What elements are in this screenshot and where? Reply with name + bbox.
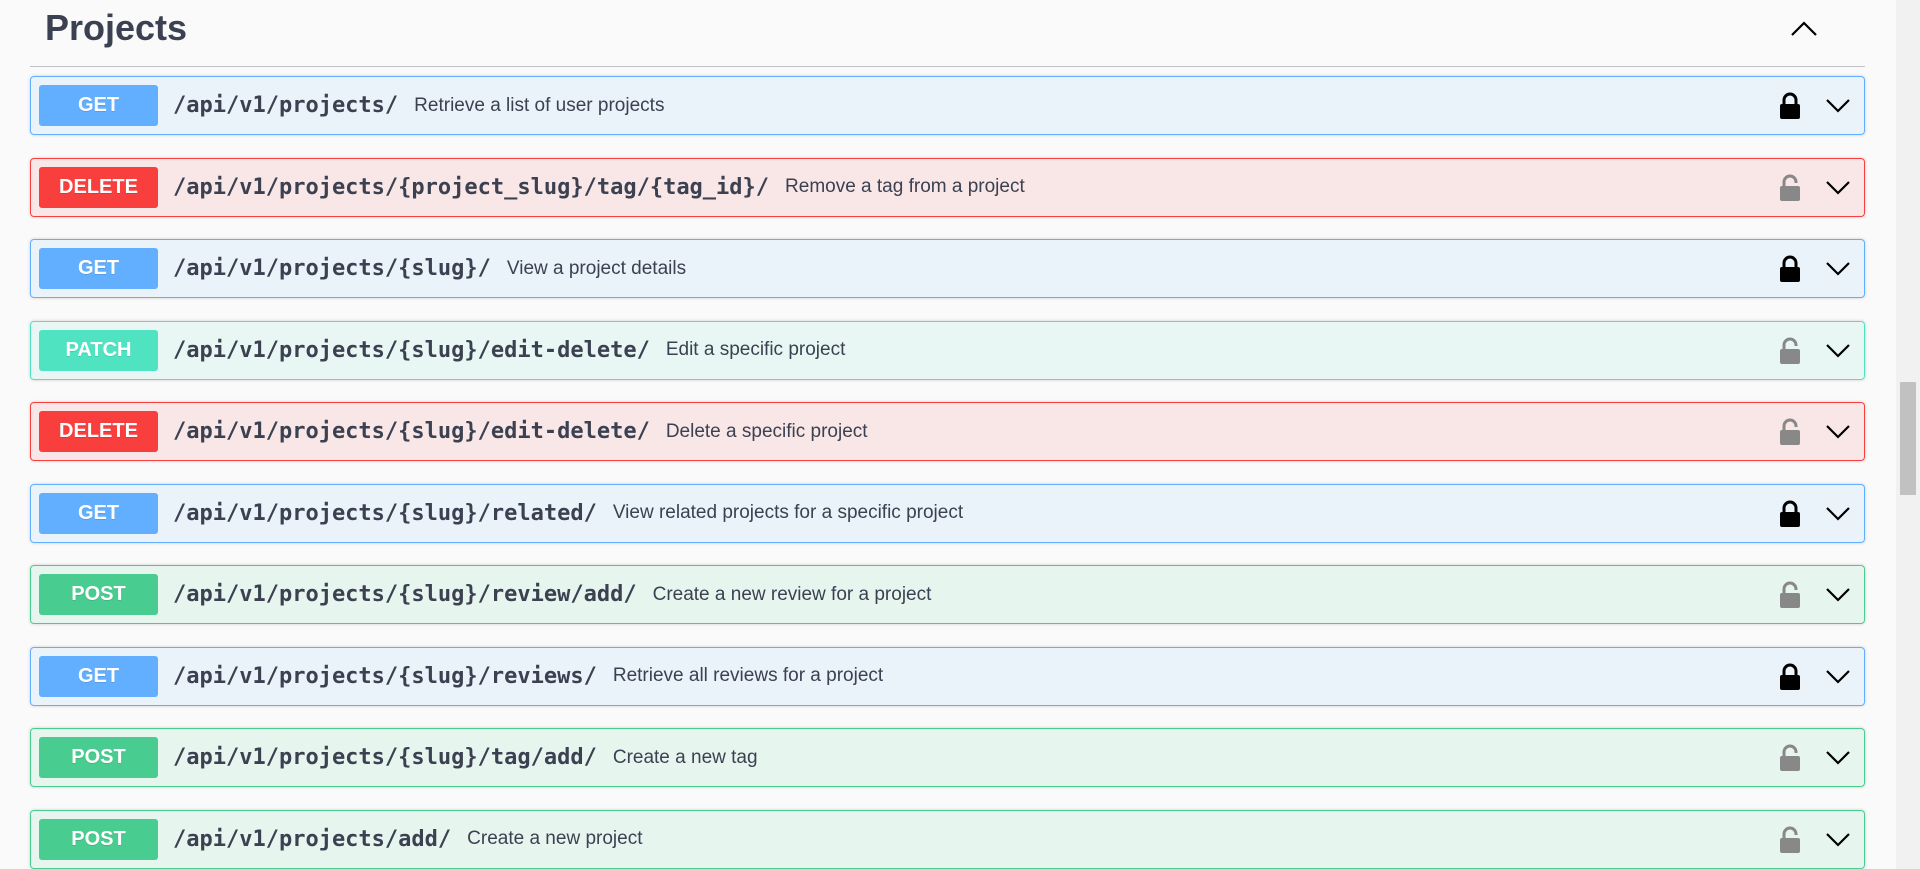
method-badge: POST [39, 574, 158, 615]
swagger-page: Projects GET/api/v1/projects/Retrieve a … [0, 0, 1920, 869]
lock-icon[interactable] [1774, 90, 1806, 122]
chevron-down-icon[interactable] [1822, 91, 1854, 121]
endpoint-summary: Retrieve all reviews for a project [612, 665, 884, 686]
unlock-icon[interactable] [1774, 335, 1806, 367]
chevron-down-icon[interactable] [1822, 417, 1854, 447]
unlock-icon[interactable] [1774, 579, 1806, 611]
endpoint-summary: Remove a tag from a project [785, 176, 1025, 197]
endpoint-summary: Create a new project [467, 828, 643, 849]
operation-get-row[interactable]: GET/api/v1/projects/{slug}/related/View … [30, 483, 1865, 543]
endpoint-path: /api/v1/projects/{slug}/related/ [173, 500, 597, 526]
method-badge: POST [39, 737, 158, 778]
operation-get-row[interactable]: GET/api/v1/projects/Retrieve a list of u… [30, 76, 1865, 135]
method-badge: PATCH [39, 329, 158, 371]
endpoint-path: /api/v1/projects/{slug}/review/add/ [173, 582, 637, 607]
chevron-down-icon[interactable] [1822, 336, 1854, 366]
projects-section-header[interactable]: Projects [30, 0, 1865, 67]
chevron-up-icon[interactable] [1781, 8, 1827, 48]
endpoint-summary: Create a new tag [612, 746, 758, 768]
operation-post-row[interactable]: POST/api/v1/projects/add/Create a new pr… [30, 809, 1865, 869]
endpoint-summary: Retrieve a list of user projects [414, 94, 665, 116]
method-badge: POST [39, 818, 158, 860]
endpoint-path: /api/v1/projects/{slug}/reviews/ [173, 663, 597, 689]
chevron-down-icon[interactable] [1822, 825, 1854, 855]
method-badge: DELETE [39, 411, 158, 452]
lock-icon[interactable] [1774, 498, 1806, 530]
operation-get-row[interactable]: GET/api/v1/projects/{slug}/ View a projec… [30, 239, 1865, 298]
operation-patch-row[interactable]: PATCH/api/v1/projects/{slug}/edit-delete… [30, 320, 1865, 380]
endpoint-path: /api/v1/projects/{project_slug}/tag/{tag… [173, 174, 770, 200]
chevron-down-icon[interactable] [1822, 499, 1854, 529]
endpoint-path: /api/v1/projects/{slug}/ [173, 256, 491, 281]
chevron-down-icon[interactable] [1822, 580, 1854, 610]
operations-list: GET/api/v1/projects/Retrieve a list of u… [30, 76, 1865, 869]
operation-delete-row[interactable]: DELETE/api/v1/projects/{project_slug}/ta… [30, 157, 1865, 217]
method-badge: GET [39, 85, 158, 126]
chevron-down-icon[interactable] [1822, 173, 1854, 203]
unlock-icon[interactable] [1774, 416, 1806, 448]
section-title: Projects [45, 7, 188, 48]
operation-get-row[interactable]: GET/api/v1/projects/{slug}/reviews/Retri… [30, 646, 1865, 706]
unlock-icon[interactable] [1774, 742, 1806, 774]
lock-icon[interactable] [1774, 661, 1806, 693]
endpoint-path: /api/v1/projects/ [173, 93, 399, 118]
operation-post-row[interactable]: POST/api/v1/projects/{slug}/tag/add/Crea… [30, 728, 1865, 787]
method-badge: DELETE [39, 166, 158, 208]
lock-icon[interactable] [1774, 253, 1806, 285]
operation-delete-row[interactable]: DELETE/api/v1/projects/{slug}/edit-delet… [30, 402, 1865, 461]
method-badge: GET [39, 248, 158, 289]
endpoint-summary: Create a new review for a project [652, 583, 932, 605]
operation-post-row[interactable]: POST/api/v1/projects/{slug}/review/add/C… [30, 565, 1865, 624]
vertical-scrollbar[interactable] [1896, 0, 1920, 869]
endpoint-summary: Edit a specific project [665, 339, 846, 360]
endpoint-path: /api/v1/projects/{slug}/edit-delete/ [173, 419, 650, 444]
endpoint-summary: View related projects for a specific pro… [612, 502, 964, 523]
chevron-down-icon[interactable] [1822, 743, 1854, 773]
unlock-icon[interactable] [1774, 172, 1806, 204]
unlock-icon[interactable] [1774, 824, 1806, 856]
method-badge: GET [39, 492, 158, 534]
endpoint-summary: Delete a specific project [665, 420, 868, 442]
endpoint-path: /api/v1/projects/add/ [173, 826, 452, 852]
endpoint-path: /api/v1/projects/{slug}/tag/add/ [173, 745, 597, 770]
chevron-down-icon[interactable] [1822, 662, 1854, 692]
scrollbar-thumb[interactable] [1900, 382, 1916, 495]
endpoint-path: /api/v1/projects/{slug}/edit-delete/ [173, 337, 650, 363]
endpoint-summary: View a project details [506, 257, 687, 279]
method-badge: GET [39, 655, 158, 697]
chevron-down-icon[interactable] [1822, 254, 1854, 284]
